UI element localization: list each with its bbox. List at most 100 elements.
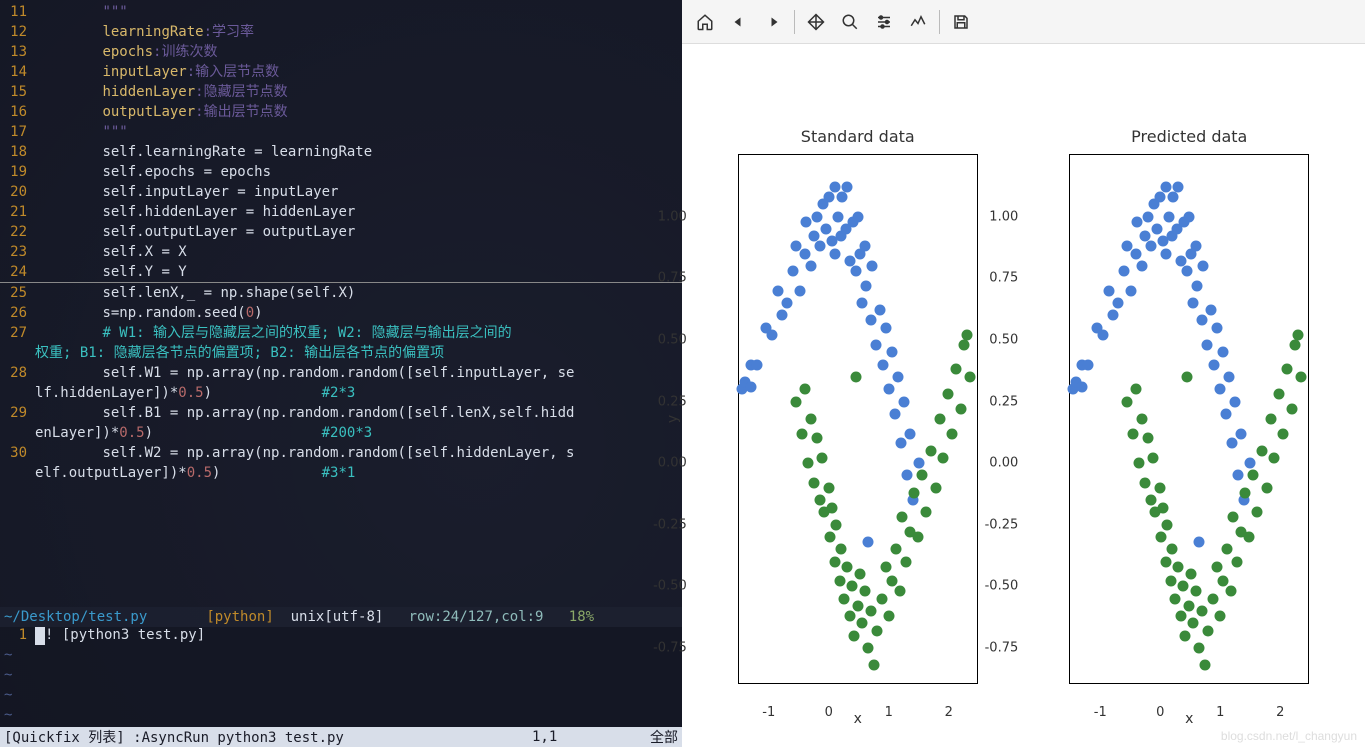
code-text[interactable]: self.inputLayer = inputLayer [35,182,682,202]
code-line[interactable]: 12 learningRate:学习率 [0,22,682,42]
plot-line-icon[interactable] [903,7,933,37]
code-text[interactable]: 权重; B1: 隐藏层各节点的偏置项; B2: 输出层各节点的偏置项 [35,343,682,363]
code-line[interactable]: 30 self.W2 = np.array(np.random.random([… [0,443,682,463]
x-tick-label: 1 [885,705,893,720]
scatter-point [790,396,801,407]
plot-frame[interactable]: -0.75-0.50-0.250.000.250.500.751.00-1012… [1069,154,1309,684]
code-text[interactable]: """ [35,122,682,142]
code-line[interactable]: 21 self.hiddenLayer = hiddenLayer [0,202,682,222]
scatter-point [811,211,822,222]
watermark: blog.csdn.net/l_changyun [1221,729,1357,743]
code-text[interactable]: self.lenX,_ = np.shape(self.X) [35,283,682,303]
code-line[interactable]: elf.outputLayer])*0.5) #3*1 [0,463,682,483]
scatter-point [877,359,888,370]
scatter-point [912,532,923,543]
line-number: 19 [0,162,35,182]
plot-frame[interactable]: -0.75-0.50-0.250.000.250.500.751.00-1012… [738,154,978,684]
code-area[interactable]: 11 """12 learningRate:学习率13 epochs:训练次数1… [0,0,682,607]
code-text[interactable]: lf.hiddenLayer])*0.5) #2*3 [35,383,682,403]
configure-icon[interactable] [869,7,899,37]
code-line[interactable]: 26 s=np.random.seed(0) [0,303,682,323]
code-text[interactable]: epochs:训练次数 [35,42,682,62]
code-line[interactable]: enLayer])*0.5) #200*3 [0,423,682,443]
scatter-point [799,248,810,259]
x-tick-label: -1 [762,705,775,720]
scatter-point [871,625,882,636]
home-icon[interactable] [690,7,720,37]
code-text[interactable]: self.B1 = np.array(np.random.random([sel… [35,403,682,423]
code-line[interactable]: 27 # W1: 输入层与隐藏层之间的权重; W2: 隐藏层与输出层之间的 [0,323,682,343]
line-number: 21 [0,202,35,222]
scatter-point [892,371,903,382]
scatter-point [1230,396,1241,407]
scatter-point [745,381,756,392]
scatter-point [1218,347,1229,358]
scatter-point [1155,482,1166,493]
x-tick-label: -1 [1094,705,1107,720]
code-line[interactable]: 25 self.lenX,_ = np.shape(self.X) [0,283,682,303]
scatter-point [1180,630,1191,641]
scatter-point [823,482,834,493]
code-text[interactable]: self.hiddenLayer = hiddenLayer [35,202,682,222]
scatter-point [805,260,816,271]
code-line[interactable]: 19 self.epochs = epochs [0,162,682,182]
code-line[interactable]: 14 inputLayer:输入层节点数 [0,62,682,82]
code-text[interactable]: hiddenLayer:隐藏层节点数 [35,82,682,102]
code-text[interactable]: self.outputLayer = outputLayer [35,222,682,242]
code-text[interactable]: self.Y = Y [35,262,682,282]
code-text[interactable]: self.learningRate = learningRate [35,142,682,162]
scatter-point [886,576,897,587]
scatter-point [1218,576,1229,587]
code-text[interactable]: self.epochs = epochs [35,162,682,182]
scatter-point [820,223,831,234]
code-text[interactable]: learningRate:学习率 [35,22,682,42]
code-text[interactable]: elf.outputLayer])*0.5) #3*1 [35,463,682,483]
code-text[interactable]: inputLayer:输入层节点数 [35,62,682,82]
code-line[interactable]: 11 """ [0,2,682,22]
code-line[interactable]: 20 self.inputLayer = inputLayer [0,182,682,202]
code-line[interactable]: 23 self.X = X [0,242,682,262]
scatter-point [1122,396,1133,407]
code-text[interactable]: self.W1 = np.array(np.random.random([sel… [35,363,682,383]
code-line[interactable]: 16 outputLayer:输出层节点数 [0,102,682,122]
code-text[interactable]: outputLayer:输出层节点数 [35,102,682,122]
code-text[interactable]: """ [35,2,682,22]
code-line[interactable]: 28 self.W1 = np.array(np.random.random([… [0,363,682,383]
code-text[interactable]: enLayer])*0.5) #200*3 [35,423,682,443]
code-text[interactable]: self.W2 = np.array(np.random.random([sel… [35,443,682,463]
terminal-area[interactable]: 1 ! [python3 test.py] ~ ~ ~ ~ [0,627,682,727]
scatter-point [1232,556,1243,567]
code-line[interactable]: 17 """ [0,122,682,142]
x-tick-label: 0 [1156,705,1164,720]
code-text[interactable]: # W1: 输入层与隐藏层之间的权重; W2: 隐藏层与输出层之间的 [35,323,682,343]
scatter-point [1188,297,1199,308]
scatter-point [846,581,857,592]
code-line[interactable]: lf.hiddenLayer])*0.5) #2*3 [0,383,682,403]
code-line[interactable]: 13 epochs:训练次数 [0,42,682,62]
scatter-point [854,569,865,580]
code-line[interactable]: 22 self.outputLayer = outputLayer [0,222,682,242]
save-icon[interactable] [946,7,976,37]
scatter-point [1140,477,1151,488]
forward-icon[interactable] [758,7,788,37]
y-tick-label: 0.25 [658,394,687,409]
pan-icon[interactable] [801,7,831,37]
code-text[interactable]: s=np.random.seed(0) [35,303,682,323]
scatter-point [870,339,881,350]
scatter-point [880,322,891,333]
scatter-point [859,241,870,252]
back-icon[interactable] [724,7,754,37]
plot-area[interactable]: Standard data-0.75-0.50-0.250.000.250.50… [682,44,1365,747]
zoom-icon[interactable] [835,7,865,37]
code-text[interactable]: self.X = X [35,242,682,262]
code-line[interactable]: 24 self.Y = Y [0,262,682,283]
scatter-point [860,280,871,291]
code-line[interactable]: 29 self.B1 = np.array(np.random.random([… [0,403,682,423]
scatter-point [1194,537,1205,548]
line-number: 27 [0,323,35,343]
code-line[interactable]: 15 hiddenLayer:隐藏层节点数 [0,82,682,102]
scatter-point [1282,364,1293,375]
code-line[interactable]: 18 self.learningRate = learningRate [0,142,682,162]
y-tick-label: 0.25 [989,394,1018,409]
code-line[interactable]: 权重; B1: 隐藏层各节点的偏置项; B2: 输出层各节点的偏置项 [0,343,682,363]
